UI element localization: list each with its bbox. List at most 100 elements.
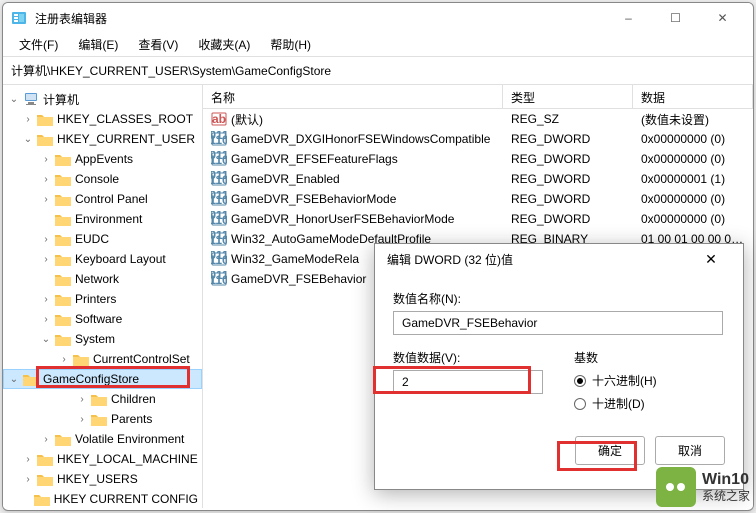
regedit-icon	[11, 10, 27, 26]
tree-gameconfigstore[interactable]: ⌄ GameConfigStore	[3, 369, 202, 389]
folder-icon	[55, 152, 71, 166]
tree-keyboard[interactable]: › Keyboard Layout	[3, 249, 202, 269]
menubar: 文件(F) 编辑(E) 查看(V) 收藏夹(A) 帮助(H)	[3, 33, 753, 57]
folder-icon	[91, 392, 107, 406]
maximize-button[interactable]: ☐	[653, 4, 698, 32]
folder-icon	[55, 172, 71, 186]
folder-icon	[91, 412, 107, 426]
list-row[interactable]: 011110GameDVR_EnabledREG_DWORD0x00000001…	[203, 169, 753, 189]
tree-console[interactable]: › Console	[3, 169, 202, 189]
tree-environment[interactable]: Environment	[3, 209, 202, 229]
svg-text:110: 110	[211, 213, 227, 227]
binary-icon: 011110	[211, 211, 227, 227]
tree-appevents[interactable]: › AppEvents	[3, 149, 202, 169]
tree-eudc[interactable]: › EUDC	[3, 229, 202, 249]
base-label: 基数	[574, 349, 725, 366]
titlebar[interactable]: 注册表编辑器 – ☐ ✕	[3, 3, 753, 33]
addressbar[interactable]: 计算机\HKEY_CURRENT_USER\System\GameConfigS…	[3, 57, 753, 85]
chevron-right-icon[interactable]: ›	[39, 254, 53, 265]
watermark-logo-icon	[656, 467, 696, 507]
svg-text:110: 110	[211, 273, 227, 287]
tree-root[interactable]: ⌄ 计算机	[3, 89, 202, 109]
data-label: 数值数据(V):	[393, 349, 544, 366]
name-label: 数值名称(N):	[393, 290, 725, 307]
menu-edit[interactable]: 编辑(E)	[70, 34, 126, 55]
menu-file[interactable]: 文件(F)	[11, 34, 66, 55]
folder-icon	[55, 292, 71, 306]
data-input[interactable]	[393, 370, 543, 394]
chevron-right-icon[interactable]: ›	[39, 294, 53, 305]
tree-volatileenv[interactable]: › Volatile Environment	[3, 429, 202, 449]
folder-icon	[55, 312, 71, 326]
chevron-down-icon[interactable]: ⌄	[7, 374, 21, 385]
tree-software[interactable]: › Software	[3, 309, 202, 329]
chevron-down-icon[interactable]: ⌄	[21, 134, 35, 145]
menu-favorites[interactable]: 收藏夹(A)	[190, 34, 258, 55]
tree-printers[interactable]: › Printers	[3, 289, 202, 309]
edit-dword-dialog: 编辑 DWORD (32 位)值 ✕ 数值名称(N): GameDVR_FSEB…	[374, 243, 744, 490]
tree-hku[interactable]: › HKEY_USERS	[3, 469, 202, 489]
menu-help[interactable]: 帮助(H)	[262, 34, 319, 55]
list-row[interactable]: ab(默认)REG_SZ(数值未设置)	[203, 109, 753, 129]
chevron-right-icon[interactable]: ›	[21, 454, 35, 465]
dialog-close-button[interactable]: ✕	[691, 245, 731, 273]
tree-panel[interactable]: ⌄ 计算机 › HKEY_CLASSES_ROOT ⌄ HKEY_CURRENT…	[3, 85, 203, 508]
list-row[interactable]: 011110GameDVR_FSEBehaviorModeREG_DWORD0x…	[203, 189, 753, 209]
radio-dec[interactable]: 十进制(D)	[574, 395, 725, 412]
svg-text:110: 110	[211, 133, 227, 147]
chevron-right-icon[interactable]: ›	[21, 474, 35, 485]
radio-hex[interactable]: 十六进制(H)	[574, 372, 725, 389]
chevron-down-icon[interactable]: ⌄	[7, 94, 21, 105]
chevron-down-icon[interactable]: ⌄	[39, 334, 53, 345]
tree-hkcr[interactable]: › HKEY_CLASSES_ROOT	[3, 109, 202, 129]
binary-icon: 011110	[211, 231, 227, 247]
radio-icon	[574, 398, 586, 410]
tree-hkcc[interactable]: HKEY CURRENT CONFIG	[3, 489, 202, 508]
close-button[interactable]: ✕	[700, 4, 745, 32]
cancel-button[interactable]: 取消	[655, 436, 725, 465]
ok-button[interactable]: 确定	[575, 436, 645, 465]
chevron-right-icon[interactable]: ›	[39, 234, 53, 245]
header-data[interactable]: 数据	[633, 85, 753, 108]
tree-controlpanel[interactable]: › Control Panel	[3, 189, 202, 209]
tree-parents[interactable]: › Parents	[3, 409, 202, 429]
chevron-right-icon[interactable]: ›	[39, 314, 53, 325]
chevron-right-icon[interactable]: ›	[39, 174, 53, 185]
svg-text:110: 110	[211, 193, 227, 207]
list-row[interactable]: 011110GameDVR_HonorUserFSEBehaviorModeRE…	[203, 209, 753, 229]
chevron-right-icon[interactable]: ›	[21, 114, 35, 125]
list-row[interactable]: 011110GameDVR_EFSEFeatureFlagsREG_DWORD0…	[203, 149, 753, 169]
folder-icon	[37, 112, 53, 126]
minimize-button[interactable]: –	[606, 4, 651, 32]
tree-system[interactable]: ⌄ System	[3, 329, 202, 349]
chevron-right-icon[interactable]: ›	[57, 354, 71, 365]
tree-network[interactable]: Network	[3, 269, 202, 289]
folder-icon	[55, 252, 71, 266]
name-field[interactable]: GameDVR_FSEBehavior	[393, 311, 723, 335]
header-type[interactable]: 类型	[503, 85, 633, 108]
svg-text:110: 110	[211, 173, 227, 187]
address-text: 计算机\HKEY_CURRENT_USER\System\GameConfigS…	[11, 62, 331, 79]
header-name[interactable]: 名称	[203, 85, 503, 108]
chevron-right-icon[interactable]: ›	[39, 154, 53, 165]
list-row[interactable]: 011110GameDVR_DXGIHonorFSEWindowsCompati…	[203, 129, 753, 149]
folder-icon	[55, 332, 71, 346]
string-icon: ab	[211, 111, 227, 127]
tree-currentcontrol[interactable]: › CurrentControlSet	[3, 349, 202, 369]
tree-hkcu[interactable]: ⌄ HKEY_CURRENT_USER	[3, 129, 202, 149]
folder-icon	[37, 132, 53, 146]
folder-icon	[37, 452, 53, 466]
folder-icon	[34, 492, 50, 506]
svg-text:110: 110	[211, 253, 227, 267]
chevron-right-icon[interactable]: ›	[39, 434, 53, 445]
folder-icon	[55, 272, 71, 286]
tree-hklm[interactable]: › HKEY_LOCAL_MACHINE	[3, 449, 202, 469]
chevron-right-icon[interactable]: ›	[75, 394, 89, 405]
tree-children[interactable]: › Children	[3, 389, 202, 409]
menu-view[interactable]: 查看(V)	[130, 34, 186, 55]
folder-icon	[55, 232, 71, 246]
chevron-right-icon[interactable]: ›	[39, 194, 53, 205]
folder-icon	[55, 212, 71, 226]
chevron-right-icon[interactable]: ›	[75, 414, 89, 425]
dialog-titlebar[interactable]: 编辑 DWORD (32 位)值 ✕	[375, 244, 743, 274]
